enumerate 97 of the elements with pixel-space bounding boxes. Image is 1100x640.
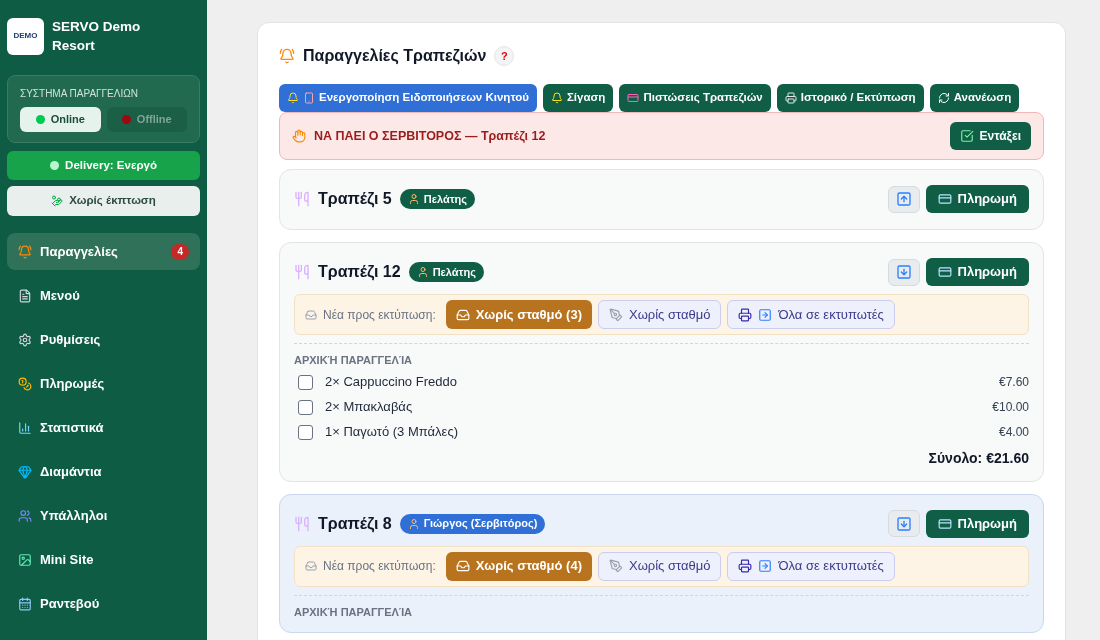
settings-icon [18, 332, 32, 347]
utensils-icon [294, 191, 310, 207]
nav-item[interactable]: Διαμάντια [7, 453, 200, 490]
nav-item[interactable]: Ρυθμίσεις [7, 321, 200, 358]
check-icon [959, 129, 974, 143]
card-icon [937, 265, 952, 279]
item-checkbox[interactable] [298, 399, 313, 415]
refresh-icon [937, 92, 950, 104]
pen-icon [609, 559, 623, 573]
arrow-down-icon [895, 264, 912, 280]
item-label: 2× Μπακλαβάς [325, 398, 413, 417]
nav-item[interactable]: Πληρωμές [7, 365, 200, 402]
ok-button[interactable]: Εντάξει [949, 122, 1031, 150]
utensils-icon [294, 264, 310, 280]
section-heading: ΑΡΧΙΚΉ ΠΑΡΑΓΓΕΛΊΑ [294, 353, 414, 368]
card-icon [937, 192, 952, 206]
calendar-icon [18, 596, 32, 611]
alert-text: ΝΑ ΠΑΕΙ Ο ΣΕΡΒΙΤΟΡΟΣ — Τραπέζι 12 [314, 127, 547, 145]
print-label: Νέα προς εκτύπωση: [323, 306, 436, 324]
payment-button[interactable]: Πληρωμή [925, 185, 1029, 213]
bell-icon [279, 48, 295, 64]
tray-icon [455, 559, 470, 573]
print-button[interactable]: Χωρίς σταθμό (4) [445, 551, 592, 581]
bar-chart-icon [18, 420, 32, 435]
bell-icon [287, 92, 299, 104]
print-button[interactable]: Χωρίς σταθμό (3) [445, 300, 592, 329]
nav-item[interactable]: Παραγγελίες 4 [7, 233, 200, 270]
nav-item[interactable]: Στατιστικά [7, 409, 200, 446]
table-name: Τραπέζι 5 [318, 189, 392, 210]
toggle-button[interactable] [887, 258, 920, 286]
order-total: Σύνολο: €21.60 [928, 448, 1029, 468]
status-toggle[interactable]: Online [20, 107, 101, 132]
pen-icon [609, 307, 623, 322]
arrow-down-icon [895, 515, 912, 532]
tray-icon [305, 560, 317, 572]
item-label: 2× Cappuccino Freddo [325, 373, 457, 392]
printer-icon [738, 559, 753, 573]
card-icon [937, 516, 952, 531]
role-badge: Γιώργος (Σερβιτόρος) [399, 513, 546, 534]
panel-label: ΣΥΣΤΗΜΑ ΠΑΡΑΓΓΕΛΙΩΝ [20, 87, 139, 101]
toolbar-button[interactable]: Πιστώσεις Τραπεζιών [619, 84, 771, 112]
tray-icon [455, 307, 470, 322]
toolbar-button[interactable]: Σίγαση [542, 84, 614, 112]
printer-icon [738, 307, 753, 322]
bell-icon [18, 244, 32, 259]
bell-icon [550, 92, 563, 104]
page-title: Παραγγελίες Τραπεζιών [303, 46, 487, 67]
gem-icon [18, 464, 32, 479]
station-button[interactable]: Χωρίς σταθμό [598, 551, 722, 581]
document-icon [18, 288, 32, 303]
card-icon [627, 92, 640, 104]
help-button[interactable]: ? [494, 46, 515, 66]
nav-item[interactable]: Mini Site [7, 541, 200, 578]
coins-icon [18, 376, 32, 391]
brand-title: SERVO Demo Resort [52, 18, 142, 55]
toolbar-button[interactable]: Ανανέωση [929, 84, 1020, 112]
nav-item[interactable]: Ραντεβού [7, 585, 200, 622]
section-heading: ΑΡΧΙΚΉ ΠΑΡΑΓΓΕΛΊΑ [294, 604, 414, 620]
tray-icon [305, 308, 317, 321]
hand-icon [292, 129, 306, 143]
role-badge: Πελάτης [399, 189, 475, 209]
item-price: €4.00 [998, 424, 1029, 441]
nav-item[interactable]: Υπάλληλοι [7, 497, 200, 534]
role-badge: Πελάτης [408, 262, 484, 282]
toolbar-button[interactable]: Ιστορικό / Εκτύπωση [776, 84, 924, 112]
people-icon [18, 508, 32, 523]
print-all-button[interactable]: Όλα σε εκτυπωτές [727, 551, 895, 581]
toggle-button[interactable] [887, 185, 920, 213]
printer-icon [784, 92, 797, 104]
person-icon [407, 517, 420, 530]
toolbar-button[interactable]: Ενεργοποίηση Ειδοποιήσεων Κινητού [279, 84, 537, 112]
nav-item[interactable]: Μενού [7, 277, 200, 314]
table-name: Τραπέζι 8 [318, 513, 392, 535]
item-checkbox[interactable] [298, 424, 313, 440]
money-icon [51, 195, 64, 207]
payment-button[interactable]: Πληρωμή [925, 509, 1029, 538]
brand-logo: DEMO [7, 17, 44, 55]
station-button[interactable]: Χωρίς σταθμό [598, 300, 722, 329]
count-badge: 4 [171, 243, 189, 260]
table-name: Τραπέζι 12 [318, 262, 401, 283]
utensils-icon [294, 515, 310, 532]
print-label: Νέα προς εκτύπωση: [323, 558, 436, 575]
item-checkbox[interactable] [298, 374, 313, 390]
print-all-button[interactable]: Όλα σε εκτυπωτές [727, 300, 895, 329]
person-icon [416, 266, 429, 278]
image-icon [18, 552, 32, 567]
arrow-right-icon [758, 307, 773, 322]
item-price: €10.00 [992, 399, 1029, 416]
phone-icon [303, 92, 315, 104]
arrow-right-icon [758, 559, 773, 573]
arrow-up-icon [895, 191, 912, 207]
item-price: €7.60 [998, 374, 1029, 391]
discount-button[interactable]: Χωρίς έκπτωση [7, 186, 200, 216]
person-icon [407, 193, 420, 205]
toggle-button[interactable] [887, 510, 920, 537]
payment-button[interactable]: Πληρωμή [925, 258, 1029, 286]
item-label: 1× Παγωτό (3 Μπάλες) [325, 423, 458, 442]
